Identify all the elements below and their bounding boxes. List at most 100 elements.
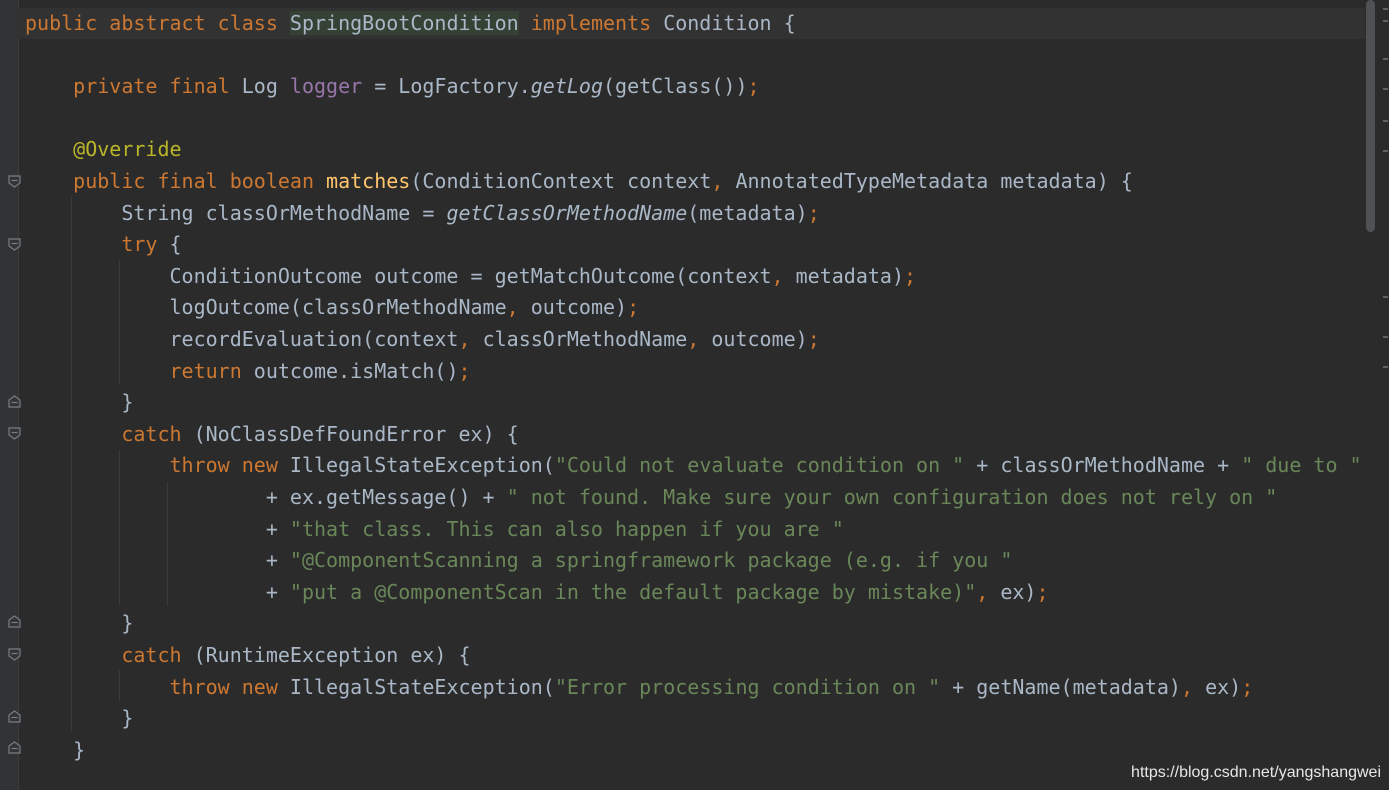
code-token: {: [169, 232, 182, 257]
code-line[interactable]: ConditionOutcome outcome = getMatchOutco…: [25, 261, 916, 292]
code-editor[interactable]: public abstract class SpringBootConditio…: [0, 0, 1389, 790]
code-token: outcome): [711, 327, 808, 351]
stripe-mark[interactable]: [1383, 336, 1388, 338]
code-token: (NoClassDefFoundError ex) {: [193, 421, 519, 446]
code-token: }: [25, 611, 134, 636]
code-token: + getName(metadata): [940, 674, 1181, 699]
code-token: ;: [627, 295, 640, 320]
code-line[interactable]: recordEvaluation(context, classOrMethodN…: [25, 324, 820, 355]
code-token: metadata): [795, 263, 905, 288]
code-line[interactable]: public abstract class SpringBootConditio…: [25, 8, 796, 39]
code-line[interactable]: catch (NoClassDefFoundError ex) {: [25, 419, 519, 450]
code-line[interactable]: throw new IllegalStateException("Error p…: [25, 672, 1254, 703]
code-token: classOrMethodName: [482, 327, 688, 351]
code-line[interactable]: return outcome.isMatch();: [25, 356, 471, 387]
code-token: AnnotatedTypeMetadata metadata) {: [735, 169, 1133, 193]
code-token: catch: [121, 643, 194, 667]
stripe-mark[interactable]: [1383, 20, 1388, 22]
stripe-mark[interactable]: [1383, 88, 1388, 90]
code-token: catch: [121, 421, 194, 446]
code-token: }: [25, 706, 134, 731]
code-token: }: [25, 390, 134, 415]
fold-start-icon[interactable]: [8, 648, 21, 661]
code-line[interactable]: try {: [25, 229, 182, 260]
code-token: + ex.getMessage() +: [25, 485, 507, 509]
code-token: ,: [771, 263, 796, 288]
fold-start-icon[interactable]: [8, 238, 21, 251]
code-line[interactable]: + "that class. This can also happen if y…: [25, 514, 844, 545]
stripe-mark[interactable]: [1383, 120, 1388, 122]
code-token: ;: [458, 358, 471, 383]
code-token: try: [121, 232, 170, 257]
code-token: public final boolean: [73, 169, 327, 193]
code-token: public abstract class: [25, 11, 290, 35]
code-token: + classOrMethodName +: [964, 453, 1242, 478]
code-token: IllegalStateException(: [289, 453, 555, 478]
code-token: ;: [807, 327, 820, 351]
code-token: Condition {: [663, 11, 796, 35]
code-token: (getClass()): [603, 74, 748, 99]
code-token: Log: [241, 74, 290, 99]
code-token: String classOrMethodName =: [25, 200, 447, 225]
code-line[interactable]: }: [25, 735, 85, 766]
scrollbar-thumb[interactable]: [1366, 0, 1375, 232]
code-token: +: [25, 516, 290, 541]
code-token: getClassOrMethodName: [446, 200, 688, 225]
code-token: " not found. Make sure your own configur…: [506, 485, 1278, 509]
code-token: (metadata): [687, 200, 808, 225]
code-line[interactable]: public final boolean matches(ConditionCo…: [25, 166, 1133, 197]
stripe-mark[interactable]: [1383, 150, 1388, 152]
code-line[interactable]: String classOrMethodName = getClassOrMet…: [25, 198, 819, 229]
code-line[interactable]: }: [25, 703, 133, 734]
code-token: "Could not evaluate condition on ": [554, 453, 965, 478]
code-token: IllegalStateException(: [289, 674, 555, 699]
code-token: recordEvaluation(context: [25, 327, 459, 351]
watermark: https://blog.csdn.net/yangshangwei: [1131, 764, 1381, 781]
fold-start-icon[interactable]: [8, 427, 21, 440]
vertical-scrollbar[interactable]: [1365, 0, 1377, 233]
code-line[interactable]: @Override: [25, 134, 181, 165]
code-line[interactable]: }: [25, 387, 133, 418]
code-token: " due to ": [1241, 453, 1362, 478]
code-token: ,: [1180, 674, 1206, 699]
fold-end-icon[interactable]: [8, 741, 21, 754]
code-line[interactable]: private final Log logger = LogFactory.ge…: [25, 71, 760, 102]
fold-end-icon[interactable]: [8, 395, 21, 408]
code-line[interactable]: + ex.getMessage() + " not found. Make su…: [25, 482, 1277, 513]
error-stripe[interactable]: [1380, 0, 1389, 790]
code-token: ,: [711, 169, 736, 193]
code-token: ;: [1241, 674, 1254, 699]
code-line[interactable]: + "@ComponentScanning a springframework …: [25, 545, 1013, 576]
code-line[interactable]: logOutcome(classOrMethodName, outcome);: [25, 292, 639, 323]
code-line[interactable]: catch (RuntimeException ex) {: [25, 640, 471, 671]
code-token: (RuntimeException ex) {: [193, 643, 471, 667]
stripe-mark[interactable]: [1383, 366, 1388, 368]
stripe-mark[interactable]: [1383, 8, 1388, 10]
fold-start-icon[interactable]: [8, 175, 21, 188]
code-token: ConditionOutcome outcome = getMatchOutco…: [25, 263, 772, 288]
code-token: throw new: [169, 453, 290, 478]
fold-end-icon[interactable]: [8, 615, 21, 628]
code-line[interactable]: }: [25, 608, 133, 639]
code-token: +: [25, 548, 290, 573]
fold-end-icon[interactable]: [8, 710, 21, 723]
code-token: logOutcome(classOrMethodName: [25, 295, 507, 320]
code-token: return: [169, 358, 254, 383]
stripe-mark[interactable]: [1383, 58, 1388, 60]
stripe-mark[interactable]: [1383, 296, 1388, 298]
code-token: ;: [1036, 579, 1049, 604]
code-token: getLog: [530, 74, 603, 99]
code-token: "put a @ComponentScan in the default pac…: [289, 579, 977, 604]
code-token: ,: [458, 327, 483, 351]
code-token: ,: [687, 327, 712, 351]
code-line[interactable]: + "put a @ComponentScan in the default p…: [25, 577, 1049, 608]
code-line[interactable]: throw new IllegalStateException("Could n…: [25, 450, 1362, 481]
code-token: logger: [289, 74, 363, 99]
code-token: private final: [73, 74, 242, 99]
code-token: ;: [747, 74, 760, 99]
code-token: +: [25, 579, 290, 604]
